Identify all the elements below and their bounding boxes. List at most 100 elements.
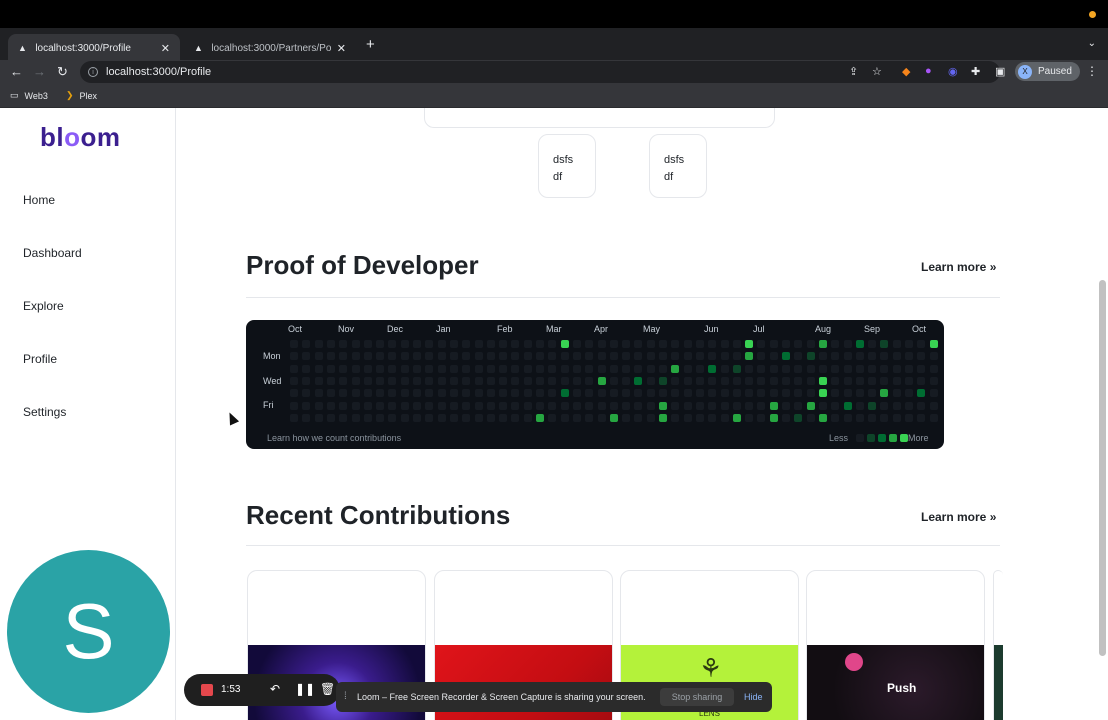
stop-sharing-button[interactable]: Stop sharing (660, 688, 734, 706)
contribution-cell (855, 401, 864, 410)
sidebar-item-settings[interactable]: Settings (23, 405, 66, 419)
sidebar-item-explore[interactable]: Explore (23, 299, 64, 313)
contribution-cell (548, 376, 557, 385)
bookmark-web3[interactable]: ▭ Web3 (10, 90, 48, 101)
hide-button[interactable]: Hide (744, 692, 763, 702)
contribution-cell (290, 401, 298, 410)
page-scrollbar[interactable] (1099, 280, 1106, 656)
contribution-cell (376, 340, 385, 348)
sidebar-item-home[interactable]: Home (23, 193, 55, 207)
contribution-cell (622, 340, 631, 348)
contribution-cell (929, 376, 938, 385)
tab-search-chevron-icon[interactable]: ⌄ (1088, 38, 1096, 49)
contribution-cell (782, 401, 790, 410)
contribution-cell (363, 413, 372, 422)
close-icon[interactable]: ✕ (337, 42, 346, 55)
contribution-cell (425, 413, 434, 422)
new-tab-plus-icon[interactable]: + (366, 36, 375, 53)
month-label: Nov (338, 324, 355, 334)
month-label: Aug (815, 324, 832, 334)
contribution-cell (794, 389, 803, 398)
tab-profile[interactable]: ▲ localhost:3000/Profile ✕ (8, 34, 180, 62)
sidebar-item-dashboard[interactable]: Dashboard (23, 246, 82, 260)
tab-partners[interactable]: ▲ localhost:3000/Partners/Polyg ✕ (184, 34, 356, 62)
contribution-card[interactable] (993, 570, 1003, 720)
contribution-cell (683, 401, 692, 410)
bloom-logo[interactable]: bloom (40, 122, 121, 153)
contribution-cell (892, 401, 901, 410)
contribution-cell (413, 364, 421, 373)
proof-learn-more-link[interactable]: Learn more » (921, 260, 996, 274)
day-label: Fri (263, 400, 274, 410)
contribution-cell (462, 389, 471, 398)
info-icon[interactable]: i (88, 67, 98, 77)
contribution-cell (499, 364, 508, 373)
contribution-cell (290, 376, 298, 385)
extension-icon[interactable]: ● (925, 65, 932, 77)
contribution-cell (646, 401, 655, 410)
mini-card[interactable]: dsfs df (538, 134, 596, 198)
metamask-extension-icon[interactable]: ◆ (902, 65, 910, 78)
reload-icon[interactable]: ↻ (57, 64, 68, 80)
contribution-cell (474, 364, 483, 373)
contribution-cell (376, 376, 385, 385)
drag-handle-icon[interactable]: ⁞ (344, 691, 347, 702)
puzzle-extensions-icon[interactable]: ✚ (971, 65, 980, 78)
contribution-cell (400, 401, 409, 410)
stop-recording-icon[interactable] (201, 684, 213, 696)
trash-icon[interactable]: 🗑 (320, 682, 335, 696)
contribution-cell (314, 364, 323, 373)
contribution-cell (782, 340, 790, 348)
share-icon[interactable]: ⇪ (849, 65, 858, 78)
screen-share-bar: ⁞ Loom – Free Screen Recorder & Screen C… (336, 682, 772, 712)
contribution-cell (806, 376, 815, 385)
contribution-cell (695, 364, 704, 373)
contribution-cell (388, 376, 397, 385)
bookmark-plex[interactable]: ❯ Plex (66, 90, 97, 101)
more-menu-icon[interactable]: ⋮ (1086, 64, 1098, 78)
contribution-cell (388, 413, 397, 422)
contribution-cell (363, 340, 372, 348)
contribution-cell (708, 413, 717, 422)
contribution-cell (892, 340, 901, 348)
contribution-cell (646, 352, 655, 361)
address-bar[interactable]: i localhost:3000/Profile (80, 61, 1000, 83)
mini-card[interactable]: dsfs df (649, 134, 707, 198)
back-arrow-icon[interactable]: ← (10, 64, 23, 79)
contribution-cell (646, 364, 655, 373)
contribution-cell (511, 413, 520, 422)
contribution-cell (831, 401, 840, 410)
undo-icon[interactable]: ↶ (270, 682, 280, 696)
contribution-cell (855, 413, 864, 422)
avatar[interactable]: S (7, 550, 170, 713)
folder-icon: ▭ (10, 90, 19, 100)
close-icon[interactable]: ✕ (161, 42, 170, 55)
contribution-cell (929, 413, 938, 422)
contribution-cell (757, 376, 766, 385)
contribution-cell (782, 376, 790, 385)
contribution-cell (302, 376, 311, 385)
extension-icon[interactable]: ◉ (948, 65, 958, 78)
pause-icon[interactable]: ❚❚ (295, 682, 315, 696)
sidebar-item-profile[interactable]: Profile (23, 352, 57, 366)
recent-learn-more-link[interactable]: Learn more » (921, 510, 996, 524)
side-panel-icon[interactable]: ▣ (995, 65, 1005, 78)
contribution-cell (622, 389, 631, 398)
learn-more-label: Learn more (921, 510, 987, 524)
forward-arrow-icon[interactable]: → (33, 64, 46, 79)
contribution-cell (769, 340, 778, 348)
contribution-cell (413, 340, 421, 348)
profile-chip[interactable]: X Paused (1015, 62, 1080, 81)
contributions-help-link[interactable]: Learn how we count contributions (267, 433, 401, 443)
month-label: Dec (387, 324, 404, 334)
star-icon[interactable]: ☆ (872, 65, 882, 78)
contribution-cell (425, 364, 434, 373)
contribution-cells (246, 320, 944, 449)
contribution-cell (782, 389, 790, 398)
contribution-card[interactable]: Push (806, 570, 985, 720)
contribution-cell (917, 364, 926, 373)
contribution-cell (843, 413, 852, 422)
contribution-cell (732, 389, 741, 398)
contribution-cell (892, 413, 901, 422)
contribution-cell (314, 352, 323, 361)
